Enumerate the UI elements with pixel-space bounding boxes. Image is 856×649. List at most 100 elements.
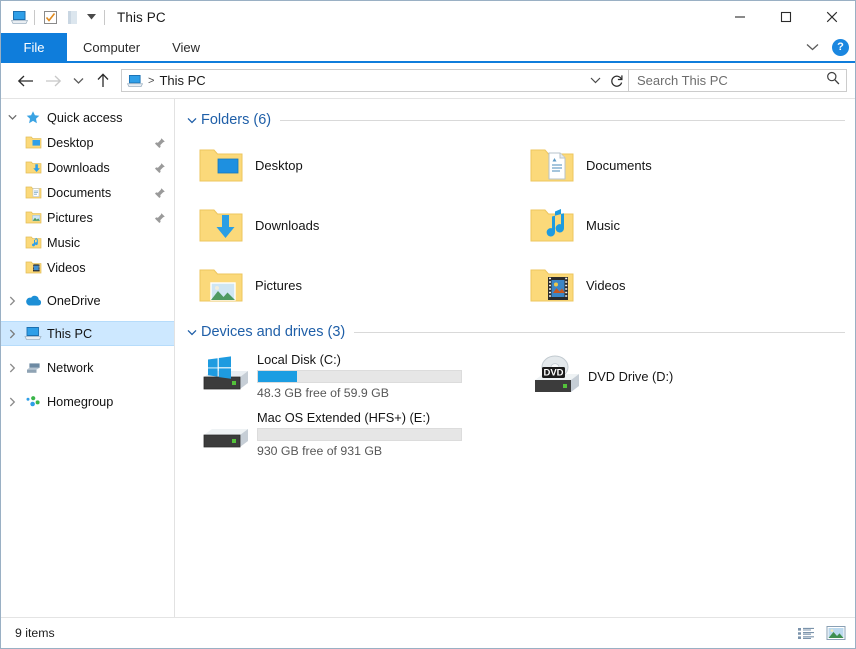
group-title: Devices and drives (3) xyxy=(201,324,346,340)
folder-downloads-icon xyxy=(197,201,245,249)
folder-pictures-icon xyxy=(23,209,43,227)
sidebar-item-quick-access[interactable]: Quick access xyxy=(1,105,174,130)
customize-chevron-icon[interactable] xyxy=(83,6,100,28)
pin-icon[interactable] xyxy=(152,135,168,151)
new-folder-icon[interactable] xyxy=(61,6,83,28)
folder-tile-documents[interactable]: Documents xyxy=(514,135,845,195)
dvd-badge-text: DVD xyxy=(543,368,563,379)
drive-tiles: Local Disk (C:) 48.3 GB free of 59.9 GB xyxy=(183,347,845,463)
chevron-down-icon[interactable] xyxy=(183,323,201,341)
drive-free-space: 930 GB free of 931 GB xyxy=(257,444,383,458)
folder-tile-pictures[interactable]: Pictures xyxy=(183,255,514,315)
back-button[interactable] xyxy=(11,67,39,95)
tab-computer[interactable]: Computer xyxy=(67,33,156,61)
group-divider xyxy=(354,331,845,333)
forward-button[interactable] xyxy=(39,67,67,95)
sidebar-item-label: Quick access xyxy=(47,110,123,125)
tab-view[interactable]: View xyxy=(156,33,216,61)
chevron-right-icon[interactable] xyxy=(1,288,23,313)
onedrive-cloud-icon xyxy=(23,292,43,310)
sidebar-item-label: OneDrive xyxy=(47,293,101,308)
chevron-right-icon[interactable] xyxy=(1,389,23,414)
drive-info: Mac OS Extended (HFS+) (E:) 930 GB free … xyxy=(257,410,462,458)
window-title: This PC xyxy=(117,9,166,25)
drive-tile-dvd-d[interactable]: DVD DVD Drive (D:) xyxy=(514,347,845,405)
sidebar-item-onedrive[interactable]: OneDrive xyxy=(1,288,174,313)
folder-tile-videos[interactable]: Videos xyxy=(514,255,845,315)
search-icon[interactable] xyxy=(826,71,840,90)
chevron-down-icon[interactable] xyxy=(183,111,201,129)
drive-usage-fill xyxy=(258,371,297,382)
sidebar-item-this-pc[interactable]: This PC xyxy=(1,321,174,346)
status-bar: 9 items xyxy=(1,617,855,648)
folder-desktop-icon xyxy=(197,141,245,189)
folder-videos-icon xyxy=(23,259,43,277)
sidebar-item-homegroup[interactable]: Homegroup xyxy=(1,389,174,414)
folder-pictures-icon xyxy=(197,261,245,309)
maximize-button[interactable] xyxy=(763,1,809,32)
qat-separator-1 xyxy=(34,9,35,25)
pin-icon[interactable] xyxy=(152,160,168,176)
address-dropdown-icon[interactable] xyxy=(584,70,606,91)
sidebar-item-label: Documents xyxy=(47,185,112,200)
chevron-right-icon[interactable] xyxy=(1,321,23,346)
up-button[interactable] xyxy=(89,67,117,95)
folder-tile-label: Downloads xyxy=(255,217,320,233)
folder-tile-downloads[interactable]: Downloads xyxy=(183,195,514,255)
breadcrumb-path[interactable]: This PC xyxy=(159,73,205,88)
sidebar-item-label: Homegroup xyxy=(47,394,114,409)
this-pc-icon xyxy=(23,325,43,343)
search-input[interactable] xyxy=(637,73,817,88)
address-bar[interactable]: > This PC xyxy=(121,69,629,92)
ribbon-tabs: File Computer View ? xyxy=(1,33,855,61)
folder-tile-music[interactable]: Music xyxy=(514,195,845,255)
sidebar-item-label: Network xyxy=(47,360,94,375)
folder-videos-icon xyxy=(528,261,576,309)
sidebar-item-desktop[interactable]: Desktop xyxy=(1,130,174,155)
sidebar-item-pictures[interactable]: Pictures xyxy=(1,205,174,230)
drive-tile-local-disk-c[interactable]: Local Disk (C:) 48.3 GB free of 59.9 GB xyxy=(183,347,514,405)
group-header-folders[interactable]: Folders (6) xyxy=(183,109,845,131)
sidebar-item-network[interactable]: Network xyxy=(1,355,174,380)
windows-drive-icon xyxy=(197,352,253,400)
breadcrumb-this-pc-icon xyxy=(127,73,144,89)
group-header-devices[interactable]: Devices and drives (3) xyxy=(183,321,845,343)
sidebar-item-videos[interactable]: Videos xyxy=(1,255,174,280)
sidebar-item-documents[interactable]: Documents xyxy=(1,180,174,205)
pin-icon[interactable] xyxy=(152,185,168,201)
this-pc-icon[interactable] xyxy=(8,6,30,28)
details-view-button[interactable] xyxy=(795,623,817,643)
sidebar-item-downloads[interactable]: Downloads xyxy=(1,155,174,180)
recent-locations-button[interactable] xyxy=(67,67,89,95)
sidebar-item-label: Downloads xyxy=(47,160,110,175)
group-title: Folders (6) xyxy=(201,112,272,128)
folder-documents-icon xyxy=(528,141,576,189)
folder-tile-label: Music xyxy=(586,217,620,233)
address-bar-buttons xyxy=(584,70,628,91)
large-icons-view-button[interactable] xyxy=(825,623,847,643)
item-count-label: 9 items xyxy=(15,626,55,640)
chevron-right-icon[interactable] xyxy=(1,355,23,380)
folder-tile-label: Pictures xyxy=(255,277,302,293)
homegroup-icon xyxy=(23,393,43,411)
tab-file[interactable]: File xyxy=(1,33,67,61)
star-icon xyxy=(23,109,43,127)
folder-tile-desktop[interactable]: Desktop xyxy=(183,135,514,195)
pin-icon[interactable] xyxy=(152,210,168,226)
file-explorer-window: This PC File Computer View ? > This PC S… xyxy=(0,0,856,649)
folder-music-icon xyxy=(528,201,576,249)
sidebar-item-label: Videos xyxy=(47,260,86,275)
sidebar-item-music[interactable]: Music xyxy=(1,230,174,255)
properties-icon[interactable] xyxy=(39,6,61,28)
minimize-button[interactable] xyxy=(717,1,763,32)
chevron-down-icon[interactable] xyxy=(1,105,23,130)
search-box[interactable] xyxy=(629,69,847,92)
help-icon[interactable]: ? xyxy=(832,38,849,56)
title-bar: This PC xyxy=(1,1,855,33)
chevron-down-icon[interactable] xyxy=(802,37,822,57)
refresh-icon[interactable] xyxy=(606,70,628,91)
folder-tiles: Desktop Documents Downloads Music Pictur… xyxy=(183,135,845,315)
drive-tile-mac-os-extended-e[interactable]: Mac OS Extended (HFS+) (E:) 930 GB free … xyxy=(183,405,514,463)
close-button[interactable] xyxy=(809,1,855,32)
view-mode-buttons xyxy=(795,623,847,643)
